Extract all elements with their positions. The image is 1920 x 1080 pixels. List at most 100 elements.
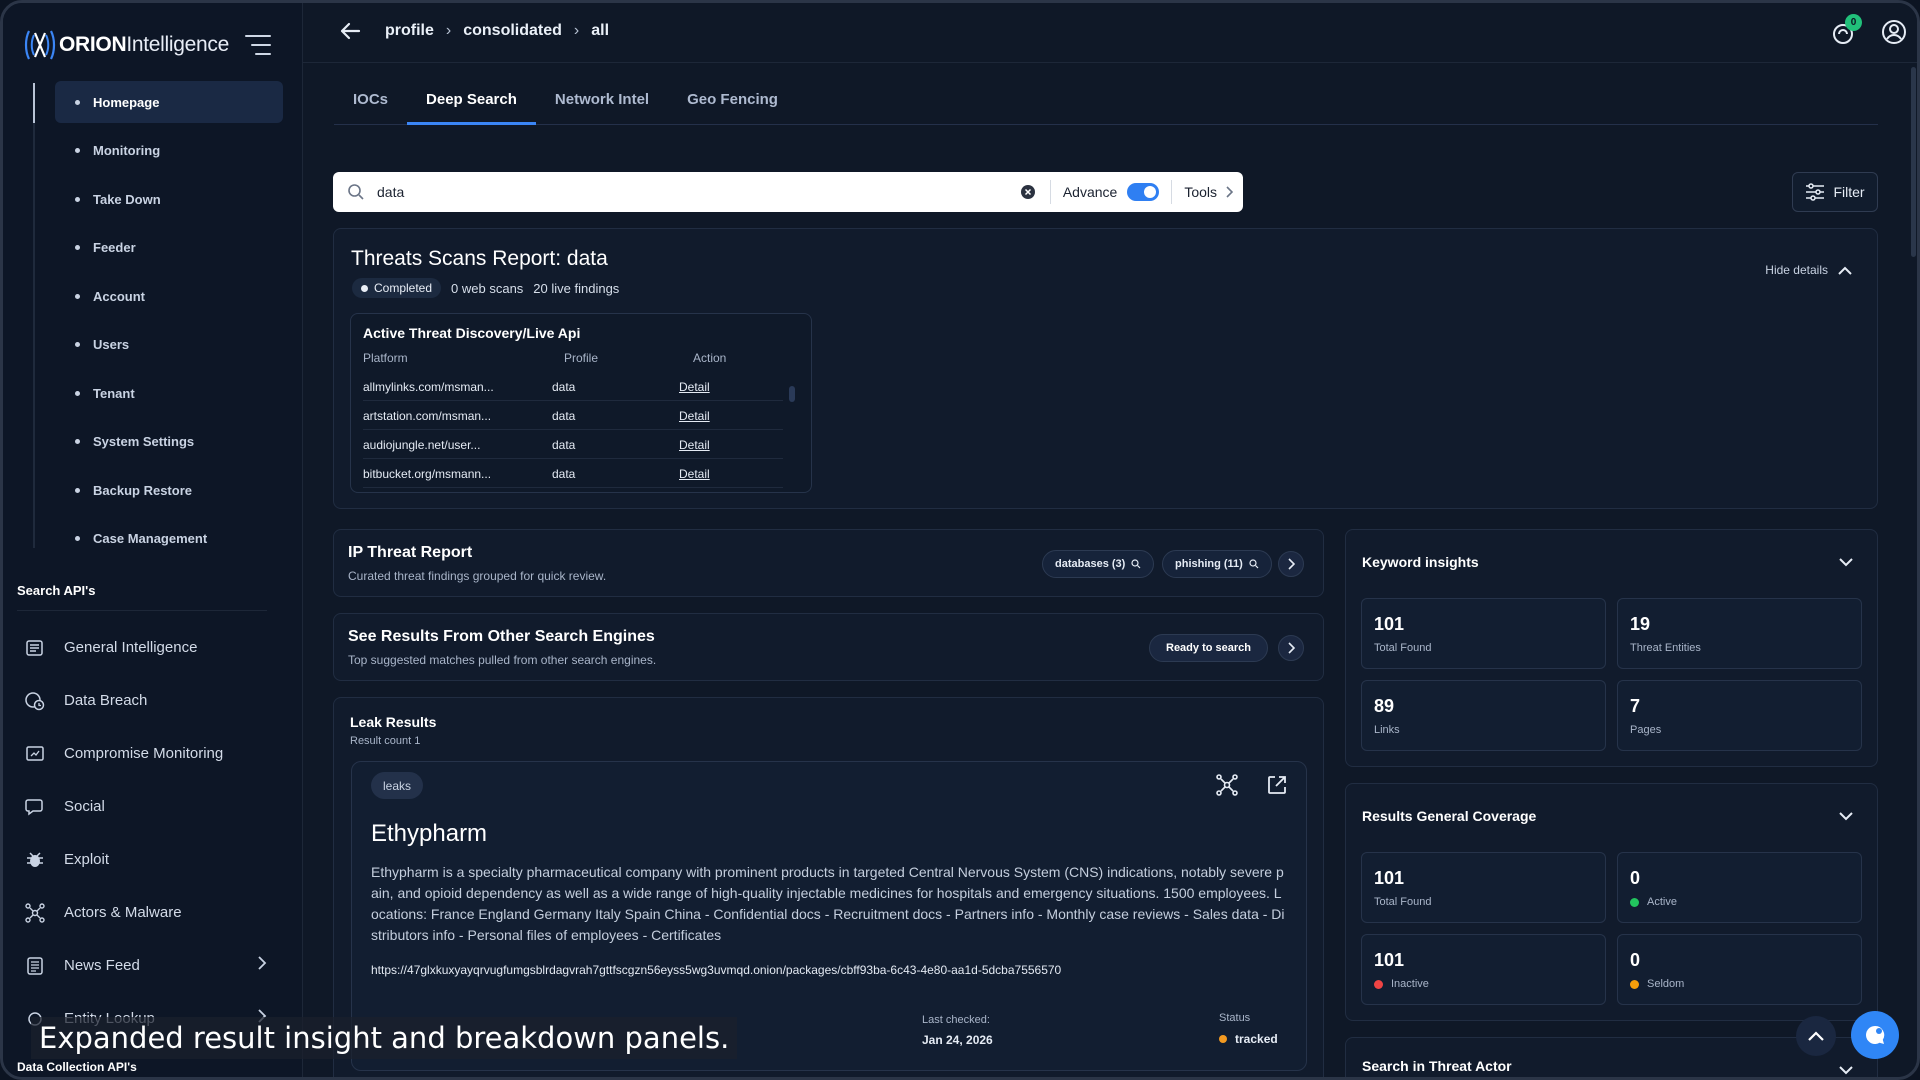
section-data-collection-apis: Data Collection API's bbox=[17, 1060, 137, 1074]
tab-geo-fencing[interactable]: Geo Fencing bbox=[668, 85, 797, 125]
scan-meta: Completed 0 web scans 20 live findings bbox=[352, 278, 619, 298]
table-scrollbar[interactable] bbox=[789, 386, 795, 402]
tab-network-intel[interactable]: Network Intel bbox=[536, 85, 668, 125]
breadcrumb-item[interactable]: consolidated bbox=[463, 22, 562, 40]
status-dot bbox=[1630, 979, 1639, 989]
logo[interactable]: ORIONIntelligence bbox=[23, 27, 229, 63]
breadcrumb-item[interactable]: all bbox=[591, 22, 609, 40]
submenu-rail bbox=[33, 83, 35, 548]
submenu-item-take-down[interactable]: Take Down bbox=[55, 178, 283, 220]
detail-link[interactable]: Detail bbox=[679, 409, 710, 423]
result-count: Result count 1 bbox=[350, 735, 421, 747]
page-scrollbar[interactable] bbox=[1911, 67, 1916, 257]
external-link-icon[interactable] bbox=[1266, 774, 1288, 796]
nav-item-news-feed[interactable]: News Feed bbox=[23, 939, 283, 992]
tab-bar: IOCs Deep Search Network Intel Geo Fenci… bbox=[334, 85, 1878, 125]
submenu-item-users[interactable]: Users bbox=[55, 324, 283, 366]
chevron-right-icon bbox=[257, 955, 267, 975]
stat-card: 19 Threat Entities bbox=[1617, 598, 1862, 669]
toggle-switch[interactable] bbox=[1127, 183, 1160, 201]
nav-item-compromise-monitoring[interactable]: Compromise Monitoring bbox=[23, 727, 283, 780]
keyword-insights-panel: Keyword insights 101 Total Found 19 Threat… bbox=[1345, 529, 1878, 767]
nav-item-general-intelligence[interactable]: General Intelligence bbox=[23, 621, 283, 674]
chip-databases[interactable]: databases (3) bbox=[1042, 550, 1155, 578]
nav-item-exploit[interactable]: Exploit bbox=[23, 833, 283, 886]
submenu-item-tenant[interactable]: Tenant bbox=[55, 372, 283, 414]
filter-sliders-icon bbox=[1806, 183, 1825, 201]
ready-to-search-chip[interactable]: Ready to search bbox=[1149, 634, 1268, 662]
detail-link[interactable]: Detail bbox=[679, 380, 710, 394]
submenu-item-feeder[interactable]: Feeder bbox=[55, 227, 283, 269]
chevron-down-icon[interactable] bbox=[1839, 1066, 1853, 1075]
chevron-up-icon bbox=[1808, 1031, 1824, 1041]
chip-phishing[interactable]: phishing (11) bbox=[1162, 550, 1272, 578]
status-label: Status bbox=[1219, 1012, 1251, 1024]
advance-toggle[interactable]: Advance bbox=[1051, 183, 1171, 201]
submenu-item-backup-restore[interactable]: Backup Restore bbox=[55, 469, 283, 511]
engines-subtitle: Top suggested matches pulled from other … bbox=[348, 653, 657, 667]
table-title: Active Threat Discovery/Live Api bbox=[363, 325, 581, 341]
menu-toggle-icon[interactable] bbox=[245, 35, 271, 57]
breadcrumb-item[interactable]: profile bbox=[385, 22, 434, 40]
ip-report-subtitle: Curated threat findings grouped for quic… bbox=[348, 569, 607, 583]
breadcrumb: profile › consolidated › all bbox=[385, 22, 609, 40]
category-tag: leaks bbox=[371, 772, 424, 799]
coverage-panel: Results General Coverage 101 Total Found … bbox=[1345, 783, 1878, 1021]
table-row: audiojungle.net/user... data Detail bbox=[363, 430, 783, 459]
chat-button[interactable] bbox=[1851, 1011, 1899, 1059]
engines-title: See Results From Other Search Engines bbox=[348, 628, 655, 645]
engines-expand-button[interactable] bbox=[1278, 635, 1304, 661]
back-arrow-icon[interactable] bbox=[339, 21, 361, 41]
chevron-down-icon[interactable] bbox=[1839, 812, 1853, 821]
stat-card: 0 Active bbox=[1617, 852, 1862, 923]
notification-badge: 0 bbox=[1845, 14, 1862, 31]
submenu-item-homepage[interactable]: Homepage bbox=[55, 81, 283, 123]
column-header: Platform bbox=[363, 351, 408, 365]
submenu-item-monitoring[interactable]: Monitoring bbox=[55, 130, 283, 172]
detail-link[interactable]: Detail bbox=[679, 467, 710, 481]
status-badge: Completed bbox=[352, 278, 442, 298]
company-description: Ethypharm is a specialty pharmaceutical … bbox=[371, 864, 1285, 943]
search-bar: Advance Tools bbox=[333, 172, 1243, 212]
submenu-item-system-settings[interactable]: System Settings bbox=[55, 421, 283, 463]
scan-report-panel: Threats Scans Report: data Completed 0 w… bbox=[333, 228, 1878, 509]
user-avatar-icon[interactable] bbox=[1881, 19, 1907, 45]
chevron-right-icon bbox=[1226, 186, 1233, 198]
graph-network-icon[interactable] bbox=[1216, 774, 1238, 796]
submenu-item-case-management[interactable]: Case Management bbox=[55, 518, 283, 560]
list-icon bbox=[23, 954, 47, 978]
newspaper-icon bbox=[23, 636, 47, 660]
submenu-item-account[interactable]: Account bbox=[55, 275, 283, 317]
coverage-title: Results General Coverage bbox=[1362, 808, 1537, 824]
tab-iocs[interactable]: IOCs bbox=[334, 85, 407, 125]
nav-item-actors-malware[interactable]: Actors & Malware bbox=[23, 886, 283, 939]
nav-item-social[interactable]: Social bbox=[23, 780, 283, 833]
search-input[interactable] bbox=[377, 184, 1020, 200]
clear-search-icon[interactable] bbox=[1020, 184, 1036, 200]
column-header: Profile bbox=[564, 351, 599, 365]
filter-button[interactable]: Filter bbox=[1792, 172, 1878, 212]
chevron-down-icon[interactable] bbox=[1839, 558, 1853, 567]
nav-item-data-breach[interactable]: Data Breach bbox=[23, 674, 283, 727]
other-engines-panel: See Results From Other Search Engines To… bbox=[333, 613, 1324, 681]
hide-details-button[interactable]: Hide details bbox=[1765, 263, 1852, 277]
threat-actor-title: Search in Threat Actor bbox=[1362, 1058, 1512, 1074]
web-scans-count: 0 web scans bbox=[451, 280, 524, 296]
status-dot bbox=[1630, 897, 1639, 907]
chevron-right-icon bbox=[1288, 642, 1295, 654]
status-dot bbox=[1374, 979, 1383, 989]
stat-card: 101 Total Found bbox=[1361, 598, 1606, 669]
ip-report-expand-button[interactable] bbox=[1278, 551, 1304, 577]
breach-icon bbox=[23, 689, 47, 713]
stat-card: 101 Total Found bbox=[1361, 852, 1606, 923]
bug-icon bbox=[23, 848, 47, 872]
company-name: Ethypharm bbox=[371, 820, 488, 847]
stat-card: 0 Seldom bbox=[1617, 934, 1862, 1005]
scroll-to-top-button[interactable] bbox=[1796, 1016, 1836, 1056]
tab-deep-search[interactable]: Deep Search bbox=[407, 85, 536, 125]
tools-button[interactable]: Tools bbox=[1172, 184, 1243, 200]
detail-link[interactable]: Detail bbox=[679, 438, 710, 452]
onion-url[interactable]: https://47glxkuxyayqrvugfumgsblrdagvrah7… bbox=[371, 963, 1061, 977]
last-checked-label: Last checked: bbox=[922, 1014, 990, 1026]
search-icon bbox=[1249, 559, 1259, 569]
